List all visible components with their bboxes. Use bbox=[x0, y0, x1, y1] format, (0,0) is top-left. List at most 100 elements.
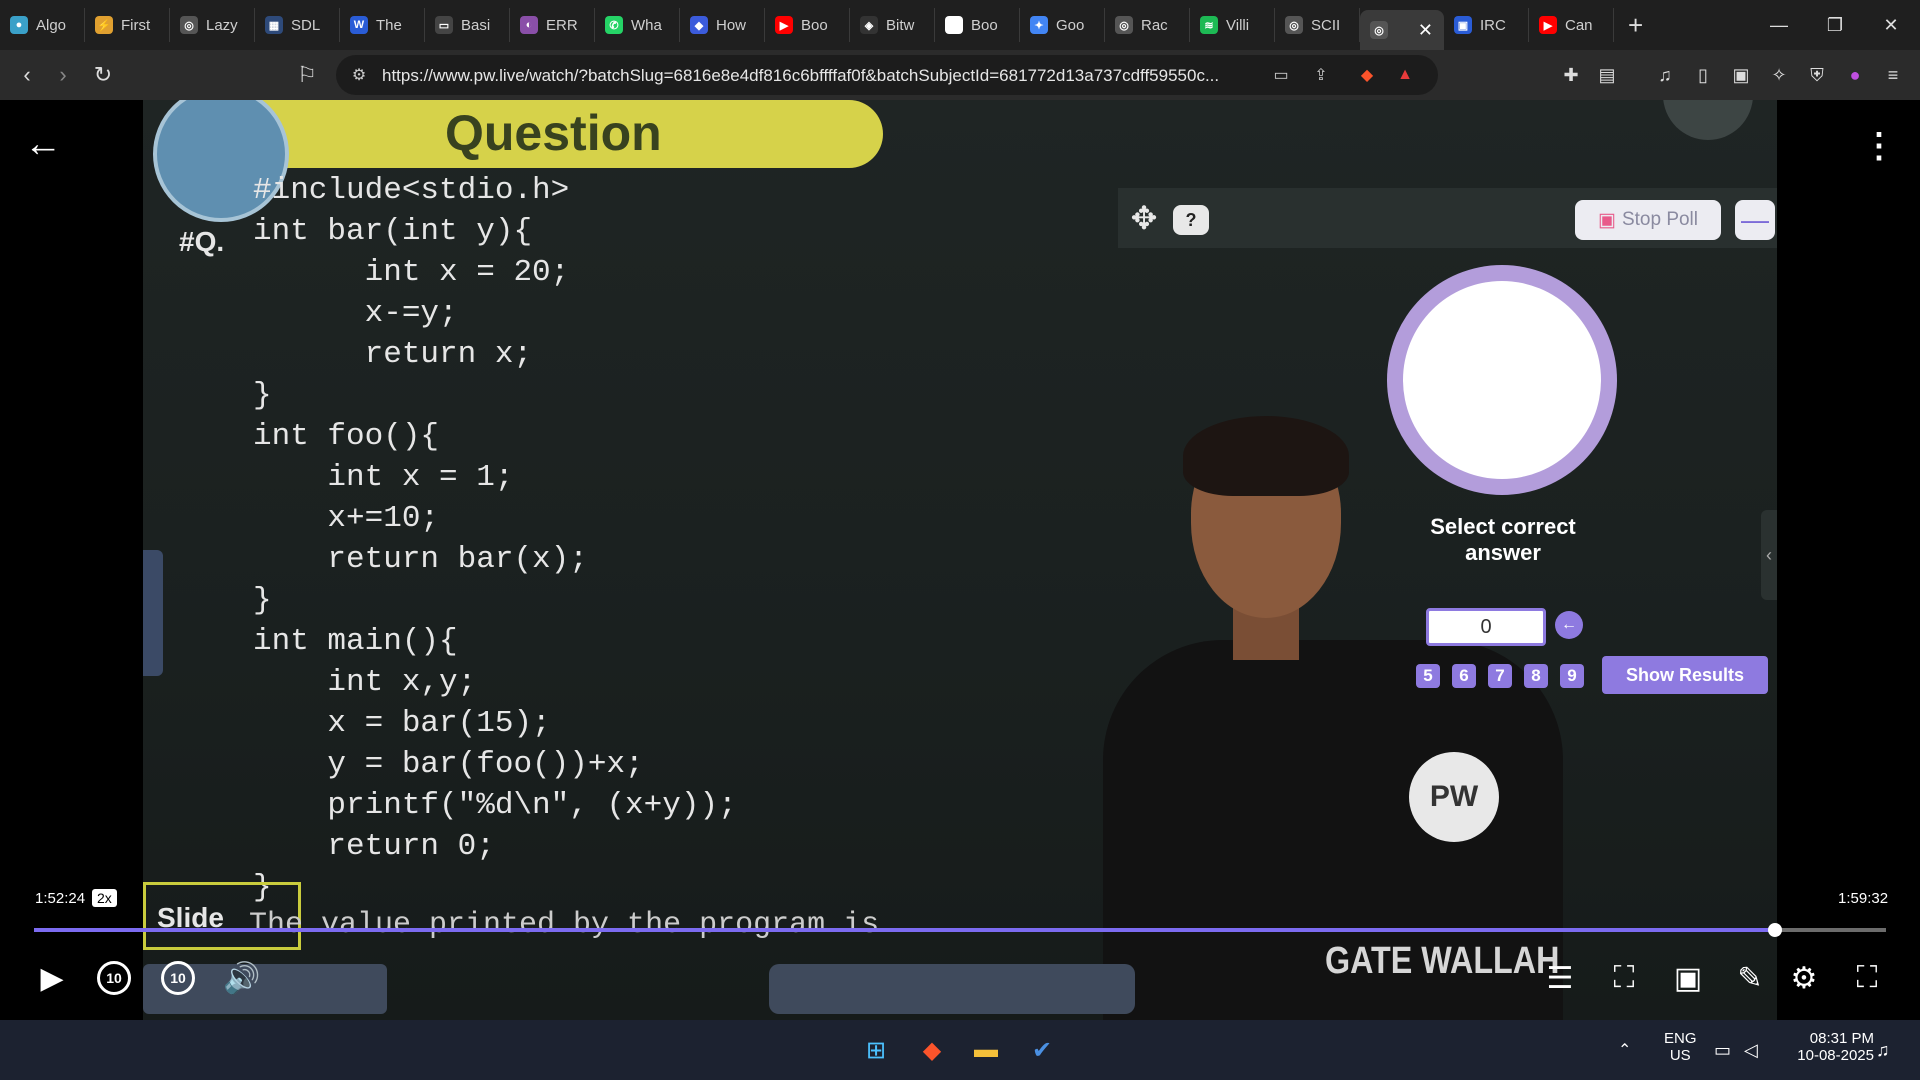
picture-in-picture-icon[interactable]: ▣ bbox=[1666, 956, 1710, 1000]
play-icon[interactable]: ▶ bbox=[30, 956, 74, 1000]
watermark-logo bbox=[1663, 100, 1753, 140]
video-player[interactable]: Question #Q. #include<stdio.h> int bar(in… bbox=[0, 100, 1920, 1020]
browser-tab[interactable]: ▭ Basi bbox=[425, 8, 510, 42]
notes-icon[interactable]: ✎ bbox=[1728, 956, 1772, 1000]
tab-favicon-icon: ▶ bbox=[775, 16, 793, 34]
code-line: printf("%d\n", (x+y)); bbox=[253, 788, 737, 823]
code-line: x+=10; bbox=[253, 501, 440, 536]
site-settings-icon[interactable]: ⚙ bbox=[348, 64, 370, 86]
menu-icon[interactable]: ≡ bbox=[1880, 62, 1906, 88]
seek-bar[interactable] bbox=[34, 923, 1886, 937]
browser-tab[interactable]: ▶ Can bbox=[1529, 8, 1614, 42]
browser-tab[interactable]: G Boo bbox=[935, 8, 1020, 42]
reload-icon[interactable]: ↻ bbox=[90, 62, 116, 88]
browser-tab[interactable]: W The bbox=[340, 8, 425, 42]
reader-mode-icon[interactable]: ▤ bbox=[1594, 62, 1620, 88]
leo-ai-icon[interactable]: ✧ bbox=[1766, 62, 1792, 88]
network-icon[interactable]: ▭ bbox=[1714, 1040, 1731, 1061]
browser-tab[interactable]: ◆ How bbox=[680, 8, 765, 42]
brave-app-icon[interactable]: ◆ bbox=[914, 1032, 950, 1068]
url-text[interactable]: https://www.pw.live/watch/?batchSlug=681… bbox=[382, 66, 1219, 86]
browser-tab[interactable]: ▶ Boo bbox=[765, 8, 850, 42]
pw-logo: PW bbox=[1409, 752, 1499, 842]
notification-bell-icon[interactable]: ♫ bbox=[1876, 1040, 1890, 1061]
url-bar[interactable]: ⚙ https://www.pw.live/watch/?batchSlug=6… bbox=[336, 55, 1438, 95]
region-code: US bbox=[1669, 1047, 1691, 1064]
browser-tab[interactable]: ◐ ERR bbox=[510, 8, 595, 42]
media-icon[interactable]: ♫ bbox=[1652, 62, 1678, 88]
chat-icon[interactable]: ☰ bbox=[1538, 956, 1582, 1000]
todo-app-icon[interactable]: ✔ bbox=[1024, 1032, 1060, 1068]
enter-arrow-icon: ← bbox=[1555, 611, 1583, 639]
close-window-button[interactable]: ✕ bbox=[1862, 0, 1920, 50]
poll-illustration bbox=[1387, 265, 1617, 495]
rewind-10-button[interactable]: 10 bbox=[92, 956, 136, 1000]
speaker-icon[interactable]: ◁ bbox=[1744, 1040, 1758, 1061]
share-icon[interactable]: ⇪ bbox=[1310, 64, 1332, 86]
cast-icon[interactable]: ▭ bbox=[1270, 64, 1292, 86]
settings-icon[interactable]: ⚙ bbox=[1782, 956, 1826, 1000]
browser-tab[interactable]: ◎ Lazy bbox=[170, 8, 255, 42]
poll-option: 7 bbox=[1488, 664, 1512, 688]
browser-tab[interactable]: ◎ Rac bbox=[1105, 8, 1190, 42]
new-tab-button[interactable]: + bbox=[1614, 10, 1657, 41]
more-options-icon[interactable]: ⋮ bbox=[1862, 126, 1896, 166]
browser-tab[interactable]: ✦ Goo bbox=[1020, 8, 1105, 42]
tab-label: Bitw bbox=[886, 16, 915, 34]
total-time: 1:59:32 bbox=[1838, 890, 1889, 907]
brave-rewards-icon[interactable]: ▲ bbox=[1394, 64, 1416, 86]
browser-tab[interactable]: ◎ ✕ bbox=[1360, 10, 1444, 50]
browser-tab[interactable]: ▦ SDL bbox=[255, 8, 340, 42]
wallet-icon[interactable]: ▣ bbox=[1728, 62, 1754, 88]
back-nav-icon[interactable]: ‹ bbox=[14, 62, 40, 88]
tray-chevron-icon[interactable]: ⌃ bbox=[1618, 1040, 1631, 1060]
bookmark-icon[interactable]: ⚐ bbox=[294, 62, 320, 88]
tab-label: Boo bbox=[801, 16, 828, 34]
instructor: PW GATE WALLAH bbox=[1103, 400, 1603, 1020]
tab-favicon-icon: ◐ bbox=[520, 16, 538, 34]
tab-favicon-icon: ✆ bbox=[605, 16, 623, 34]
file-explorer-icon[interactable]: ▬ bbox=[968, 1032, 1004, 1068]
browser-tab[interactable]: ▣ IRC bbox=[1444, 8, 1529, 42]
windows-start-icon[interactable]: ⊞ bbox=[858, 1032, 894, 1068]
code-line: int bar(int y){ bbox=[253, 214, 533, 249]
stop-poll-button: ▣ Stop Poll bbox=[1575, 200, 1721, 240]
seek-handle[interactable] bbox=[1767, 923, 1782, 937]
language-indicator[interactable]: ENG US bbox=[1664, 1030, 1697, 1064]
playback-speed[interactable]: 2x bbox=[92, 889, 117, 907]
browser-tab[interactable]: ⚡ First bbox=[85, 8, 170, 42]
volume-icon[interactable]: 🔊 bbox=[220, 956, 264, 1000]
translate-icon[interactable]: ⛶ bbox=[1602, 956, 1646, 1000]
stop-poll-label: Stop Poll bbox=[1621, 209, 1698, 230]
browser-tab[interactable]: ◈ Bitw bbox=[850, 8, 935, 42]
code-line: int x,y; bbox=[253, 665, 477, 700]
extensions-icon[interactable]: ✚ bbox=[1558, 62, 1584, 88]
back-arrow-icon[interactable]: ← bbox=[22, 123, 64, 165]
forward-nav-icon[interactable]: › bbox=[50, 62, 76, 88]
minimize-window-button[interactable]: — bbox=[1750, 0, 1808, 50]
code-line: int x = 1; bbox=[253, 460, 514, 495]
tab-label: First bbox=[121, 16, 151, 34]
show-results-button: Show Results bbox=[1602, 656, 1768, 694]
browser-tab[interactable]: ● Algo bbox=[0, 8, 85, 42]
clock[interactable]: 08:31 PM 10-08-2025 bbox=[1786, 1030, 1874, 1064]
vpn-icon[interactable]: ⛨ bbox=[1804, 62, 1830, 88]
fullscreen-icon[interactable]: ⛶ bbox=[1845, 956, 1889, 1000]
stop-icon: ▣ bbox=[1598, 209, 1616, 231]
close-tab-icon[interactable]: ✕ bbox=[1418, 20, 1433, 41]
forward-10-button[interactable]: 10 bbox=[156, 956, 200, 1000]
tab-favicon-icon: W bbox=[350, 16, 368, 34]
sidebar-icon[interactable]: ▯ bbox=[1690, 62, 1716, 88]
restore-window-button[interactable]: ❐ bbox=[1806, 0, 1864, 50]
answer-input: 0 bbox=[1426, 608, 1546, 646]
tab-favicon-icon: ▭ bbox=[435, 16, 453, 34]
tab-bar: ● Algo ⚡ First ◎ Lazy ▦ SDL W The ▭ Basi ◐ ERR ✆ Wha ◆ Ho… bbox=[0, 0, 1920, 50]
profile-icon[interactable]: ● bbox=[1842, 62, 1868, 88]
question-text: The value printed by the program is bbox=[249, 908, 880, 942]
browser-tab[interactable]: ≋ Villi bbox=[1190, 8, 1275, 42]
brave-shields-icon[interactable]: ◆ bbox=[1356, 64, 1378, 86]
code-line: x = bar(15); bbox=[253, 706, 551, 741]
browser-tab[interactable]: ◎ SCII bbox=[1275, 8, 1360, 42]
browser-tab[interactable]: ✆ Wha bbox=[595, 8, 680, 42]
gate-wallah-brand: GATE WALLAH bbox=[1325, 940, 1560, 982]
